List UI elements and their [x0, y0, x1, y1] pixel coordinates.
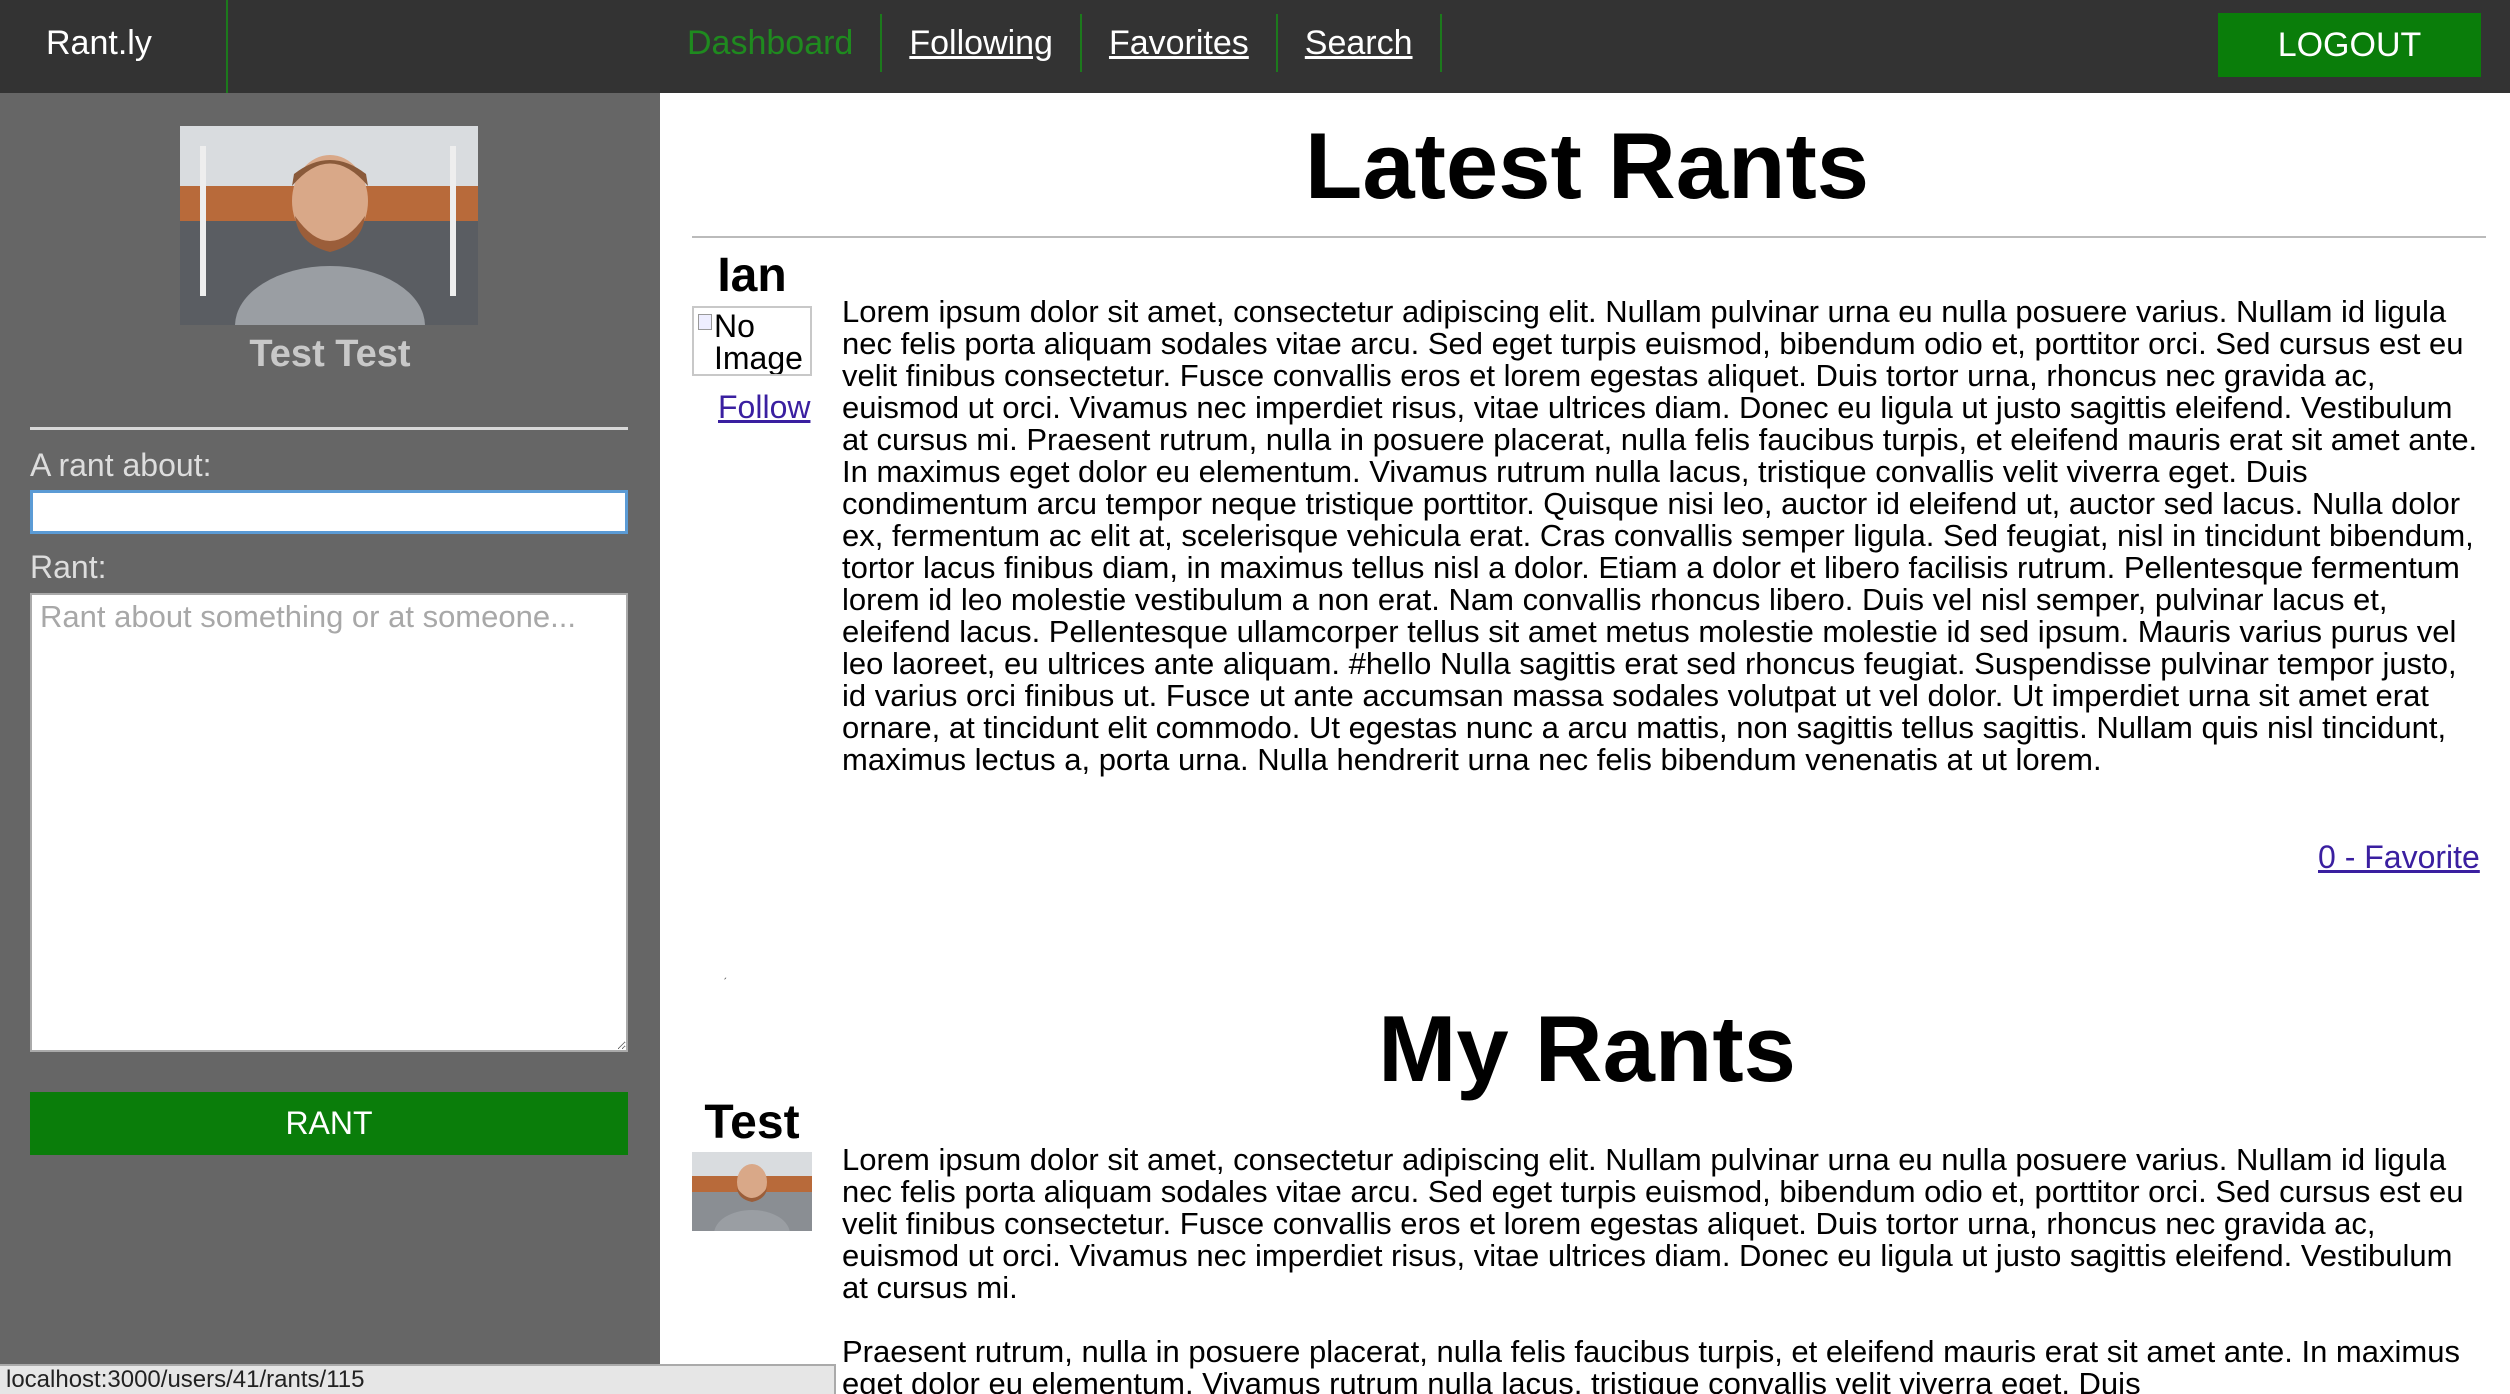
rant-submit-button[interactable]: RANT [30, 1092, 628, 1155]
my-rant-body-paragraph-1: Lorem ipsum dolor sit amet, consectetur … [842, 1142, 2464, 1305]
nav-favorites[interactable]: Favorites [1082, 14, 1278, 72]
brand-logo[interactable]: Rant.ly [0, 0, 228, 93]
rant-textarea[interactable] [30, 593, 628, 1052]
author-image-placeholder: No Image [692, 306, 812, 376]
rant-body: Lorem ipsum dolor sit amet, consectetur … [842, 294, 2478, 777]
stray-mark: ˏ [723, 966, 727, 980]
my-author-avatar [692, 1152, 812, 1231]
main-nav: Dashboard Following Favorites Search [660, 14, 1442, 72]
follow-link[interactable]: Follow [718, 389, 810, 426]
profile-photo [180, 126, 478, 325]
logout-button[interactable]: LOGOUT [2218, 13, 2481, 77]
nav-following[interactable]: Following [882, 14, 1082, 72]
rant-author-name: Ian [717, 249, 787, 302]
sidebar: Test Test A rant about: Rant: RANT [0, 93, 660, 1394]
latest-rants-title: Latest Rants [1304, 113, 1870, 218]
my-rants-title: My Rants [1378, 996, 1796, 1101]
profile-name: Test Test [249, 333, 411, 375]
broken-image-icon [698, 314, 712, 330]
sidebar-divider [30, 427, 628, 430]
nav-dashboard[interactable]: Dashboard [660, 14, 883, 72]
rant-about-label: A rant about: [30, 447, 212, 483]
top-navbar: Rant.ly Dashboard Following Favorites Se… [0, 0, 2510, 93]
rant-about-input[interactable] [30, 490, 628, 534]
image-alt-text: No Image [714, 308, 803, 376]
title-divider [692, 236, 2486, 238]
my-rant-body-paragraph-2: Praesent rutrum, nulla in posuere placer… [842, 1334, 2460, 1394]
favorite-link[interactable]: 0 - Favorite [2318, 839, 2480, 876]
rant-label: Rant: [30, 549, 107, 585]
browser-status-url: localhost:3000/users/41/rants/115 [0, 1364, 836, 1394]
nav-search[interactable]: Search [1278, 14, 1442, 72]
my-rant-author-name: Test [704, 1096, 800, 1149]
